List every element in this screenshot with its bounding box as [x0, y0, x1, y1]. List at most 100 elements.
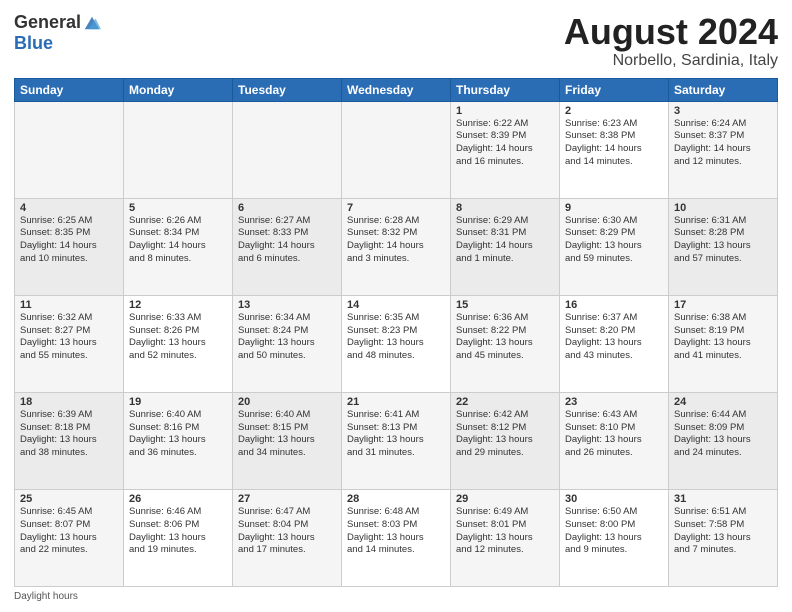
day-info: Sunrise: 6:40 AM Sunset: 8:16 PM Dayligh… [129, 409, 227, 460]
calendar-cell [124, 101, 233, 198]
calendar-cell: 2Sunrise: 6:23 AM Sunset: 8:38 PM Daylig… [560, 101, 669, 198]
day-number: 25 [20, 493, 118, 505]
calendar-cell: 31Sunrise: 6:51 AM Sunset: 7:58 PM Dayli… [669, 489, 778, 586]
day-number: 30 [565, 493, 663, 505]
day-info: Sunrise: 6:45 AM Sunset: 8:07 PM Dayligh… [20, 506, 118, 557]
title-block: August 2024 Norbello, Sardinia, Italy [564, 12, 778, 70]
day-number: 17 [674, 299, 772, 311]
day-info: Sunrise: 6:35 AM Sunset: 8:23 PM Dayligh… [347, 312, 445, 363]
day-number: 9 [565, 202, 663, 214]
day-info: Sunrise: 6:44 AM Sunset: 8:09 PM Dayligh… [674, 409, 772, 460]
calendar-cell: 20Sunrise: 6:40 AM Sunset: 8:15 PM Dayli… [233, 392, 342, 489]
day-number: 1 [456, 105, 554, 117]
calendar-cell: 7Sunrise: 6:28 AM Sunset: 8:32 PM Daylig… [342, 198, 451, 295]
calendar-cell: 4Sunrise: 6:25 AM Sunset: 8:35 PM Daylig… [15, 198, 124, 295]
day-info: Sunrise: 6:25 AM Sunset: 8:35 PM Dayligh… [20, 215, 118, 266]
day-info: Sunrise: 6:41 AM Sunset: 8:13 PM Dayligh… [347, 409, 445, 460]
day-info: Sunrise: 6:29 AM Sunset: 8:31 PM Dayligh… [456, 215, 554, 266]
month-title: August 2024 [564, 12, 778, 52]
page-header: General Blue August 2024 Norbello, Sardi… [14, 12, 778, 70]
calendar-week-5: 25Sunrise: 6:45 AM Sunset: 8:07 PM Dayli… [15, 489, 778, 586]
calendar-cell: 27Sunrise: 6:47 AM Sunset: 8:04 PM Dayli… [233, 489, 342, 586]
calendar-cell: 1Sunrise: 6:22 AM Sunset: 8:39 PM Daylig… [451, 101, 560, 198]
calendar-week-3: 11Sunrise: 6:32 AM Sunset: 8:27 PM Dayli… [15, 295, 778, 392]
calendar-cell: 9Sunrise: 6:30 AM Sunset: 8:29 PM Daylig… [560, 198, 669, 295]
day-number: 20 [238, 396, 336, 408]
day-number: 31 [674, 493, 772, 505]
calendar-week-1: 1Sunrise: 6:22 AM Sunset: 8:39 PM Daylig… [15, 101, 778, 198]
day-info: Sunrise: 6:26 AM Sunset: 8:34 PM Dayligh… [129, 215, 227, 266]
calendar-cell: 8Sunrise: 6:29 AM Sunset: 8:31 PM Daylig… [451, 198, 560, 295]
footer-note: Daylight hours [14, 591, 778, 602]
day-info: Sunrise: 6:34 AM Sunset: 8:24 PM Dayligh… [238, 312, 336, 363]
day-number: 18 [20, 396, 118, 408]
calendar-header-tuesday: Tuesday [233, 78, 342, 101]
day-number: 24 [674, 396, 772, 408]
day-number: 16 [565, 299, 663, 311]
calendar-cell: 28Sunrise: 6:48 AM Sunset: 8:03 PM Dayli… [342, 489, 451, 586]
calendar-cell [233, 101, 342, 198]
location: Norbello, Sardinia, Italy [564, 52, 778, 70]
day-info: Sunrise: 6:37 AM Sunset: 8:20 PM Dayligh… [565, 312, 663, 363]
day-info: Sunrise: 6:24 AM Sunset: 8:37 PM Dayligh… [674, 118, 772, 169]
day-number: 19 [129, 396, 227, 408]
calendar-cell: 3Sunrise: 6:24 AM Sunset: 8:37 PM Daylig… [669, 101, 778, 198]
calendar-cell: 30Sunrise: 6:50 AM Sunset: 8:00 PM Dayli… [560, 489, 669, 586]
logo-general-text: General [14, 12, 81, 33]
calendar-cell: 23Sunrise: 6:43 AM Sunset: 8:10 PM Dayli… [560, 392, 669, 489]
day-number: 4 [20, 202, 118, 214]
day-info: Sunrise: 6:36 AM Sunset: 8:22 PM Dayligh… [456, 312, 554, 363]
day-number: 12 [129, 299, 227, 311]
day-info: Sunrise: 6:22 AM Sunset: 8:39 PM Dayligh… [456, 118, 554, 169]
calendar-cell: 29Sunrise: 6:49 AM Sunset: 8:01 PM Dayli… [451, 489, 560, 586]
day-number: 7 [347, 202, 445, 214]
day-info: Sunrise: 6:43 AM Sunset: 8:10 PM Dayligh… [565, 409, 663, 460]
calendar-cell: 19Sunrise: 6:40 AM Sunset: 8:16 PM Dayli… [124, 392, 233, 489]
day-info: Sunrise: 6:50 AM Sunset: 8:00 PM Dayligh… [565, 506, 663, 557]
calendar-header-wednesday: Wednesday [342, 78, 451, 101]
calendar-header-sunday: Sunday [15, 78, 124, 101]
calendar-header-row: SundayMondayTuesdayWednesdayThursdayFrid… [15, 78, 778, 101]
calendar-cell: 11Sunrise: 6:32 AM Sunset: 8:27 PM Dayli… [15, 295, 124, 392]
day-number: 28 [347, 493, 445, 505]
calendar-cell: 15Sunrise: 6:36 AM Sunset: 8:22 PM Dayli… [451, 295, 560, 392]
day-info: Sunrise: 6:49 AM Sunset: 8:01 PM Dayligh… [456, 506, 554, 557]
day-info: Sunrise: 6:27 AM Sunset: 8:33 PM Dayligh… [238, 215, 336, 266]
day-info: Sunrise: 6:23 AM Sunset: 8:38 PM Dayligh… [565, 118, 663, 169]
day-info: Sunrise: 6:48 AM Sunset: 8:03 PM Dayligh… [347, 506, 445, 557]
day-number: 5 [129, 202, 227, 214]
calendar-header-saturday: Saturday [669, 78, 778, 101]
calendar-header-friday: Friday [560, 78, 669, 101]
calendar-cell: 16Sunrise: 6:37 AM Sunset: 8:20 PM Dayli… [560, 295, 669, 392]
calendar-cell: 14Sunrise: 6:35 AM Sunset: 8:23 PM Dayli… [342, 295, 451, 392]
calendar-header-monday: Monday [124, 78, 233, 101]
day-info: Sunrise: 6:33 AM Sunset: 8:26 PM Dayligh… [129, 312, 227, 363]
day-number: 10 [674, 202, 772, 214]
calendar-cell: 21Sunrise: 6:41 AM Sunset: 8:13 PM Dayli… [342, 392, 451, 489]
day-info: Sunrise: 6:31 AM Sunset: 8:28 PM Dayligh… [674, 215, 772, 266]
calendar-week-4: 18Sunrise: 6:39 AM Sunset: 8:18 PM Dayli… [15, 392, 778, 489]
day-number: 8 [456, 202, 554, 214]
day-info: Sunrise: 6:46 AM Sunset: 8:06 PM Dayligh… [129, 506, 227, 557]
calendar-cell: 24Sunrise: 6:44 AM Sunset: 8:09 PM Dayli… [669, 392, 778, 489]
calendar-cell: 26Sunrise: 6:46 AM Sunset: 8:06 PM Dayli… [124, 489, 233, 586]
day-number: 26 [129, 493, 227, 505]
day-number: 23 [565, 396, 663, 408]
day-number: 27 [238, 493, 336, 505]
day-number: 2 [565, 105, 663, 117]
calendar-table: SundayMondayTuesdayWednesdayThursdayFrid… [14, 78, 778, 587]
day-info: Sunrise: 6:38 AM Sunset: 8:19 PM Dayligh… [674, 312, 772, 363]
calendar-cell [342, 101, 451, 198]
day-info: Sunrise: 6:51 AM Sunset: 7:58 PM Dayligh… [674, 506, 772, 557]
day-number: 13 [238, 299, 336, 311]
logo: General Blue [14, 12, 101, 54]
calendar-cell: 6Sunrise: 6:27 AM Sunset: 8:33 PM Daylig… [233, 198, 342, 295]
day-number: 14 [347, 299, 445, 311]
calendar-cell: 18Sunrise: 6:39 AM Sunset: 8:18 PM Dayli… [15, 392, 124, 489]
day-info: Sunrise: 6:30 AM Sunset: 8:29 PM Dayligh… [565, 215, 663, 266]
day-info: Sunrise: 6:47 AM Sunset: 8:04 PM Dayligh… [238, 506, 336, 557]
calendar-cell: 12Sunrise: 6:33 AM Sunset: 8:26 PM Dayli… [124, 295, 233, 392]
calendar-header-thursday: Thursday [451, 78, 560, 101]
day-number: 6 [238, 202, 336, 214]
calendar-cell: 25Sunrise: 6:45 AM Sunset: 8:07 PM Dayli… [15, 489, 124, 586]
